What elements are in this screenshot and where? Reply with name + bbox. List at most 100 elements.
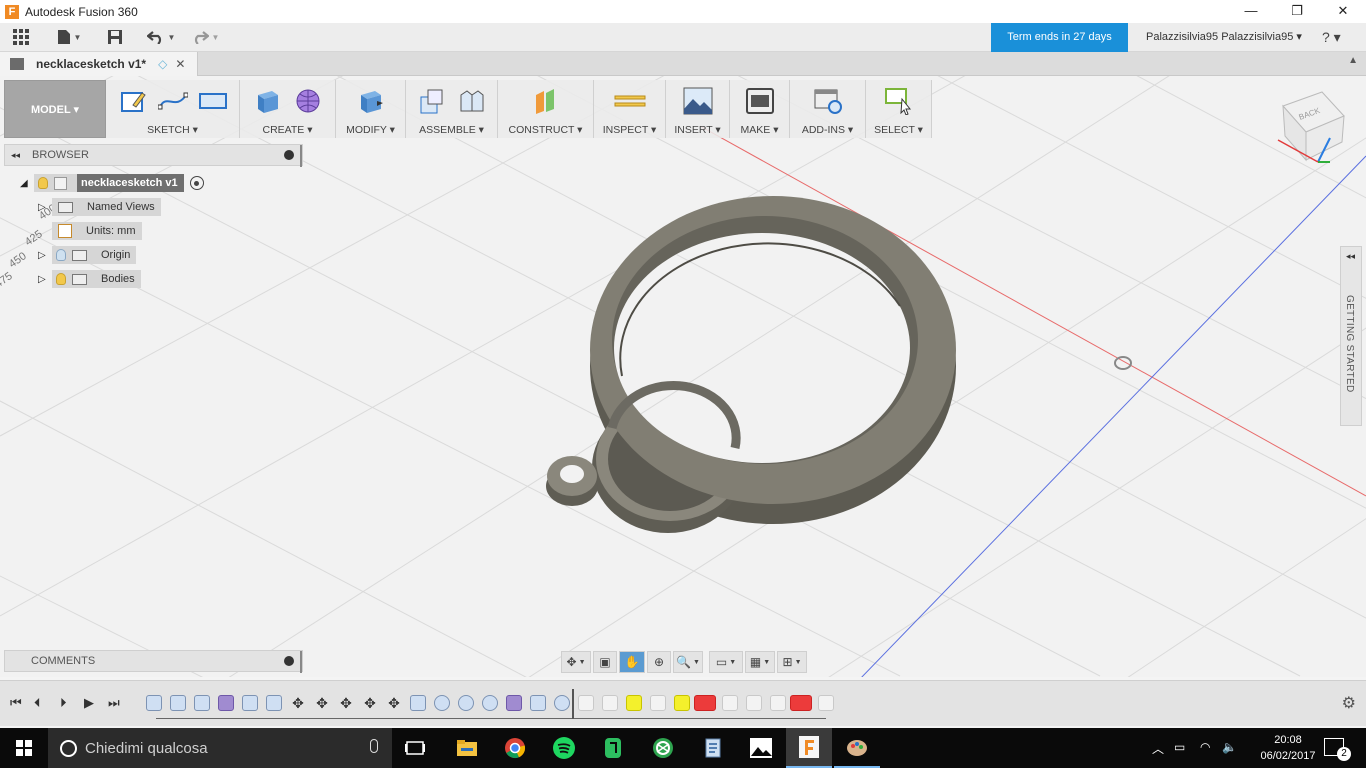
create-sketch-icon[interactable]: [117, 86, 149, 116]
expand-panel-icon[interactable]: ◂◂: [1346, 251, 1355, 262]
timeline-move-feature[interactable]: ✥: [386, 695, 402, 711]
timeline-suppressed-feature[interactable]: [578, 695, 594, 711]
orbit-icon[interactable]: ✥ ▼: [561, 651, 591, 673]
panel-resize-handle[interactable]: [300, 651, 302, 673]
timeline-marker[interactable]: [572, 689, 574, 719]
browser-root-row[interactable]: ◢ necklacesketch v1: [20, 174, 204, 192]
undo-icon[interactable]: ▼: [144, 23, 178, 52]
expand-triangle-icon[interactable]: ▷: [38, 202, 52, 213]
construct-menu[interactable]: CONSTRUCT ▾: [498, 124, 593, 136]
evernote-icon[interactable]: [590, 728, 636, 768]
timeline-move-feature[interactable]: ✥: [290, 695, 306, 711]
timeline-feature[interactable]: [170, 695, 186, 711]
necklace-model[interactable]: [200, 76, 1366, 677]
timeline-suppressed-feature[interactable]: [746, 695, 762, 711]
timeline-suppressed-feature[interactable]: [722, 695, 738, 711]
timeline-sketch-feature[interactable]: [626, 695, 642, 711]
document-tab[interactable]: necklacesketch v1* ◇ ✕: [0, 52, 198, 76]
fit-icon[interactable]: 🔍 ▼: [673, 651, 703, 673]
look-at-icon[interactable]: ▣: [593, 651, 617, 673]
taskbar-clock[interactable]: 20:08 06/02/2017: [1260, 732, 1316, 764]
visibility-bulb-icon[interactable]: [38, 177, 48, 189]
comments-panel-header[interactable]: COMMENTS: [4, 650, 303, 673]
timeline-suppressed-feature[interactable]: [650, 695, 666, 711]
action-center-icon[interactable]: 2: [1324, 738, 1351, 761]
chrome-icon[interactable]: [492, 728, 538, 768]
insert-image-icon[interactable]: [682, 86, 714, 116]
cortana-search-box[interactable]: Chiedimi qualcosa: [48, 728, 392, 768]
show-hidden-icons-icon[interactable]: ︿: [1152, 740, 1164, 757]
rectangle-icon[interactable]: [197, 86, 229, 116]
select-icon[interactable]: [883, 86, 915, 116]
activate-component-icon[interactable]: [189, 176, 204, 190]
select-menu[interactable]: SELECT ▾: [866, 124, 931, 136]
offset-plane-icon[interactable]: [530, 86, 562, 116]
comments-add-icon[interactable]: [284, 656, 294, 666]
measure-icon[interactable]: [614, 86, 646, 116]
workspace-switcher[interactable]: MODEL ▾: [4, 80, 106, 138]
zoom-icon[interactable]: ⊕: [647, 651, 671, 673]
task-view-icon[interactable]: [392, 728, 438, 768]
timeline-feature[interactable]: [218, 695, 234, 711]
browser-panel-header[interactable]: ◂◂ BROWSER: [4, 144, 303, 167]
close-tab-icon[interactable]: ✕: [175, 57, 185, 71]
step-back-icon[interactable]: ⏴: [34, 695, 41, 711]
microphone-icon[interactable]: [370, 739, 378, 753]
timeline-feature[interactable]: [482, 695, 498, 711]
timeline-feature[interactable]: [530, 695, 546, 711]
timeline-suppressed-feature[interactable]: [602, 695, 618, 711]
collapse-browser-icon[interactable]: ◂◂: [11, 150, 20, 161]
timeline-feature[interactable]: [458, 695, 474, 711]
step-forward-icon[interactable]: ▶: [84, 695, 94, 711]
extrude-icon[interactable]: [252, 86, 284, 116]
close-button[interactable]: ✕: [1320, 0, 1366, 23]
term-ends-banner[interactable]: Term ends in 27 days: [991, 23, 1128, 52]
play-icon[interactable]: ⏵: [60, 695, 67, 711]
tab-scroll-up-icon[interactable]: ▲: [1348, 55, 1358, 66]
notepad-app-icon[interactable]: [690, 728, 736, 768]
press-pull-icon[interactable]: [355, 86, 387, 116]
spotify-icon[interactable]: [541, 728, 587, 768]
timeline-error-feature[interactable]: [790, 695, 812, 711]
timeline-feature[interactable]: [266, 695, 282, 711]
battery-icon[interactable]: ▭: [1174, 740, 1185, 754]
visibility-bulb-icon[interactable]: [56, 273, 66, 285]
origin-point-icon[interactable]: [1114, 356, 1132, 370]
browser-item-units[interactable]: Units: mm: [52, 222, 142, 240]
scripts-addins-icon[interactable]: [812, 86, 844, 116]
viewport-canvas[interactable]: 400 425 450 475 BACK: [0, 76, 1366, 677]
user-account-menu[interactable]: Palazzisilvia95 Palazzisilvia95 ▾: [1146, 23, 1302, 52]
photos-app-icon[interactable]: [738, 728, 784, 768]
create-menu[interactable]: CREATE ▾: [240, 124, 335, 136]
timeline-feature[interactable]: [194, 695, 210, 711]
browser-item-origin[interactable]: ▷ Origin: [38, 246, 137, 264]
minimize-button[interactable]: —: [1228, 0, 1274, 23]
timeline-suppressed-feature[interactable]: [770, 695, 786, 711]
maximize-button[interactable]: ❐: [1274, 0, 1320, 23]
volume-icon[interactable]: 🔈: [1222, 740, 1237, 754]
fusion360-taskbar-icon[interactable]: [786, 728, 832, 768]
spline-icon[interactable]: [157, 86, 189, 116]
sketch-menu[interactable]: SKETCH ▾: [106, 124, 239, 136]
insert-menu[interactable]: INSERT ▾: [666, 124, 729, 136]
addins-menu[interactable]: ADD-INS ▾: [790, 124, 865, 136]
panel-resize-handle[interactable]: [300, 145, 302, 167]
save-icon[interactable]: [104, 23, 126, 52]
timeline-error-feature[interactable]: [694, 695, 716, 711]
form-icon[interactable]: [292, 86, 324, 116]
wifi-icon[interactable]: ◠: [1200, 740, 1210, 754]
timeline-feature[interactable]: [506, 695, 522, 711]
timeline-suppressed-feature[interactable]: [818, 695, 834, 711]
timeline-sketch-feature[interactable]: [674, 695, 690, 711]
browser-options-icon[interactable]: [284, 150, 294, 160]
viewports-icon[interactable]: ⊞ ▼: [777, 651, 807, 673]
timeline-settings-gear-icon[interactable]: ⚙: [1342, 693, 1356, 713]
go-to-end-icon[interactable]: ⏭: [108, 695, 120, 711]
help-menu[interactable]: ? ▾: [1322, 23, 1341, 52]
3d-print-icon[interactable]: [744, 86, 776, 116]
getting-started-panel[interactable]: ◂◂ GETTING STARTED: [1340, 246, 1362, 426]
expand-triangle-icon[interactable]: ▷: [38, 250, 52, 261]
collapse-triangle-icon[interactable]: ◢: [20, 178, 34, 189]
redo-icon[interactable]: ▼: [188, 23, 222, 52]
assemble-menu[interactable]: ASSEMBLE ▾: [406, 124, 497, 136]
